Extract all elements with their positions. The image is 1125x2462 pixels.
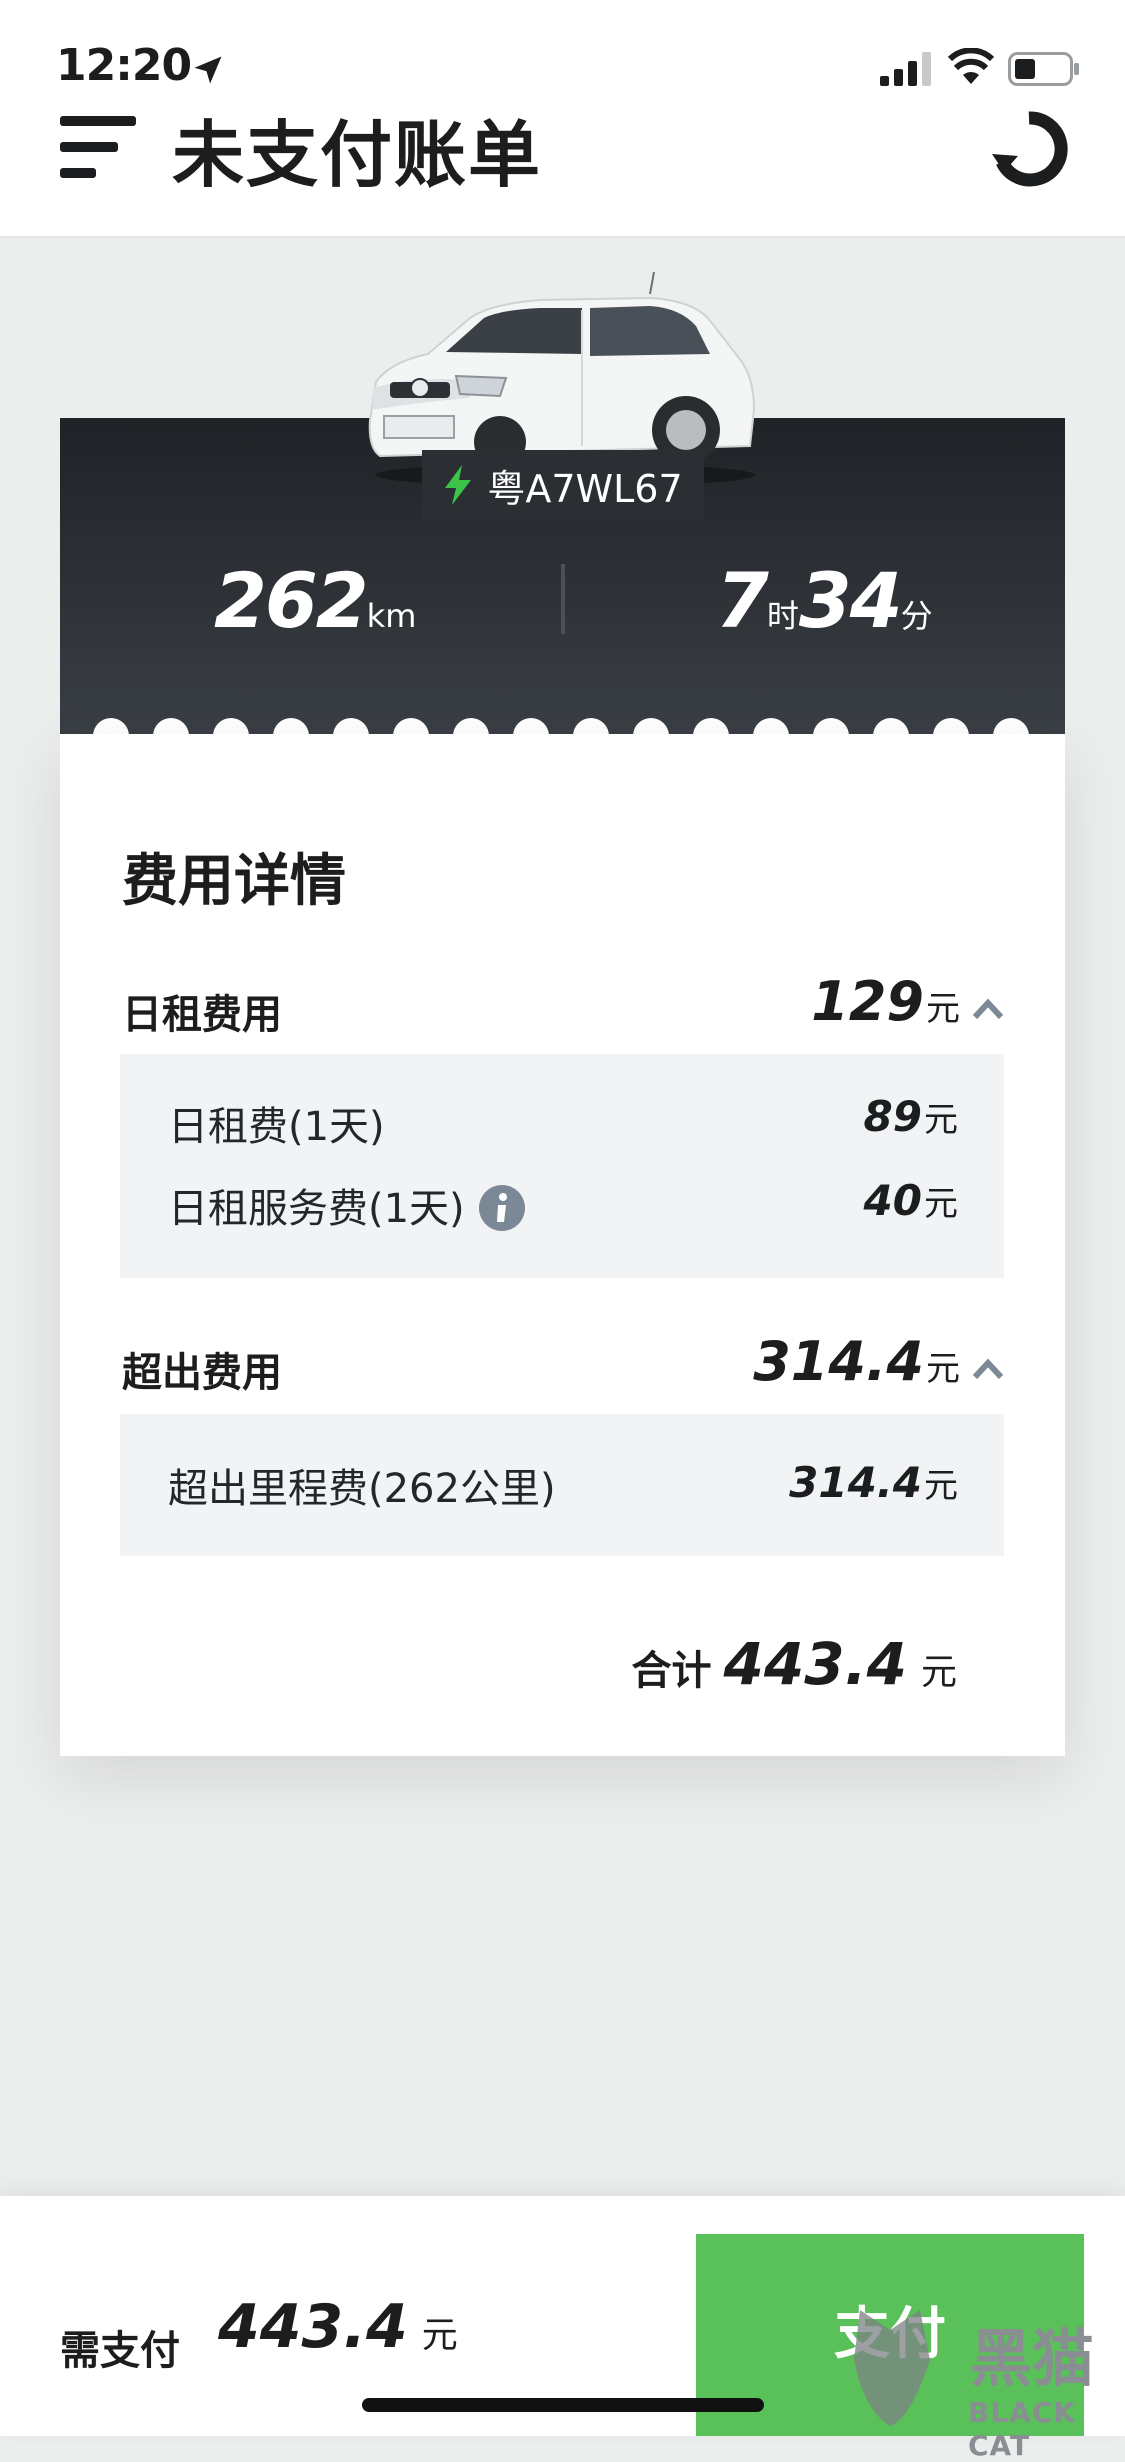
stat-divider [561,564,565,634]
duration-stat: 7时34分 [716,556,933,645]
plate-number: 粤A7WL67 [487,466,683,511]
hours-unit: 时 [766,597,799,635]
daily-rent-breakdown: 日租费(1天) 89元 日租服务费(1天) 40元 [120,1054,1004,1278]
excess-mileage-fee-amount: 314.4元 [789,1458,958,1507]
minutes-unit: 分 [900,597,933,635]
electric-bolt-icon [445,465,472,505]
daily-rent-group-label[interactable]: 日租费用 [122,982,282,1040]
excess-group-amount: 314.4元 [753,1330,960,1393]
cellular-signal-icon [880,52,931,86]
distance-unit: km [366,597,417,635]
status-time: 12:20 [56,40,192,91]
total-unit: 元 [920,1652,957,1693]
page-title: 未支付账单 [172,113,543,197]
excess-group-label[interactable]: 超出费用 [122,1340,282,1398]
amount-due: 443.4 元 [218,2292,458,2362]
daily-service-fee-label: 日租服务费(1天) [168,1176,525,1234]
app-header: 12:20 未支付账单 [0,0,1125,238]
distance-value: 262 [214,556,369,645]
daily-rent-group-amount: 129元 [811,970,960,1033]
refresh-icon[interactable] [990,110,1068,188]
location-arrow-icon [194,56,222,84]
chevron-up-icon[interactable] [972,1358,1004,1380]
total-row: 合计 443.4 元 [632,1630,957,1698]
excess-mileage-fee-label: 超出里程费(262公里) [168,1466,556,1512]
hours-value: 7 [716,556,769,645]
total-label: 合计 [631,1648,712,1694]
menu-icon[interactable] [60,116,136,178]
minutes-value: 34 [798,556,903,645]
chevron-up-icon[interactable] [972,998,1004,1020]
total-amount: 443.4 [723,1630,907,1698]
watermark-subtext: BLACK CAT [968,2396,1077,2462]
home-indicator[interactable] [362,2398,764,2412]
daily-rent-fee-amount: 89元 [863,1092,958,1141]
distance-stat: 262km [214,556,416,645]
wifi-icon [948,48,994,84]
fee-details-title: 费用详情 [122,849,346,914]
daily-service-fee-amount: 40元 [863,1176,958,1225]
amount-due-label: 需支付 [60,2328,180,2374]
license-plate: 粤A7WL67 [422,450,704,520]
ticket-edge [93,718,1029,736]
daily-rent-fee-label: 日租费(1天) [168,1104,385,1150]
excess-breakdown: 超出里程费(262公里) 314.4元 [120,1414,1004,1556]
battery-icon [1008,52,1079,86]
watermark-text: 黑猫 [970,2322,1095,2395]
info-icon[interactable] [478,1185,525,1231]
